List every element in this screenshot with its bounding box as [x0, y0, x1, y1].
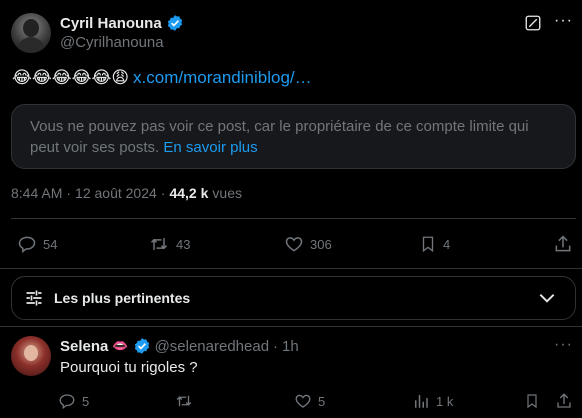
bookmark-count: 4: [443, 236, 451, 252]
reply-share-button[interactable]: [555, 392, 573, 410]
like-button[interactable]: 306: [284, 234, 332, 254]
more-options-icon[interactable]: ···: [554, 336, 573, 354]
like-count: 306: [310, 236, 332, 252]
repost-icon: [174, 392, 194, 410]
author-handle[interactable]: @Cyrilhanouna: [60, 34, 164, 51]
reply-text: Pourquoi tu rigoles ?: [60, 359, 198, 376]
repost-count: 43: [176, 236, 191, 252]
heart-icon: [284, 234, 304, 254]
share-button[interactable]: [553, 234, 573, 254]
sort-replies-dropdown[interactable]: Les plus pertinentes: [11, 276, 576, 320]
reply-author-name[interactable]: Selena: [60, 338, 108, 355]
more-options-icon[interactable]: ···: [554, 12, 573, 30]
tweet-emojis: 😂😂😂😂😂😩: [12, 68, 130, 87]
reply-icon: [58, 392, 76, 410]
tweet-time[interactable]: 8:44 AM: [11, 185, 62, 201]
author-avatar[interactable]: [11, 13, 51, 53]
reply-repost-button[interactable]: [174, 392, 200, 410]
reply-views-button[interactable]: 1 k: [412, 392, 453, 410]
separator-dot: ·: [160, 185, 166, 201]
tweet-link[interactable]: x.com/morandiniblog/…: [133, 68, 312, 88]
repost-button[interactable]: 43: [148, 234, 190, 254]
separator-dot: ·: [273, 337, 279, 355]
reply-button[interactable]: 54: [17, 234, 57, 254]
reply-author-avatar[interactable]: [11, 336, 51, 376]
lips-emoji: 👄: [112, 338, 129, 353]
verified-badge-icon: [166, 14, 184, 32]
reply-like-button[interactable]: 5: [294, 392, 325, 410]
reply-bookmark-button[interactable]: [524, 392, 540, 410]
bookmark-icon: [524, 392, 540, 410]
divider: [0, 326, 582, 327]
divider: [0, 268, 582, 269]
reply-icon: [17, 234, 37, 254]
share-icon: [553, 234, 573, 254]
sliders-icon: [24, 288, 44, 308]
author-name[interactable]: Cyril Hanouna: [60, 15, 162, 32]
heart-icon: [294, 392, 312, 410]
unavailable-quote-box: Vous ne pouvez pas voir ce post, car le …: [11, 104, 576, 169]
reply-reply-count: 5: [82, 393, 90, 409]
views-chart-icon: [412, 392, 430, 410]
grok-icon[interactable]: [524, 14, 542, 32]
repost-icon: [148, 234, 170, 254]
verified-badge-icon: [133, 337, 151, 355]
reply-like-count: 5: [318, 393, 326, 409]
share-icon: [555, 392, 573, 410]
reply-author-handle[interactable]: @selenaredhead: [155, 338, 269, 355]
chevron-down-icon: [537, 288, 557, 308]
views-count: 44,2 k: [169, 185, 209, 201]
reply-reply-button[interactable]: 5: [58, 392, 89, 410]
bookmark-icon: [419, 234, 437, 254]
sort-label: Les plus pertinentes: [54, 290, 191, 306]
views-label: vues: [212, 185, 242, 201]
quote-notice-text: Vous ne pouvez pas voir ce post, car le …: [30, 118, 529, 156]
tweet-date[interactable]: 12 août 2024: [75, 185, 157, 201]
divider: [11, 218, 576, 219]
reply-time[interactable]: 1h: [282, 338, 299, 355]
learn-more-link[interactable]: En savoir plus: [163, 139, 257, 156]
bookmark-button[interactable]: 4: [419, 234, 450, 254]
separator-dot: ·: [66, 185, 72, 201]
reply-views-count: 1 k: [436, 393, 454, 409]
reply-count: 54: [43, 236, 58, 252]
